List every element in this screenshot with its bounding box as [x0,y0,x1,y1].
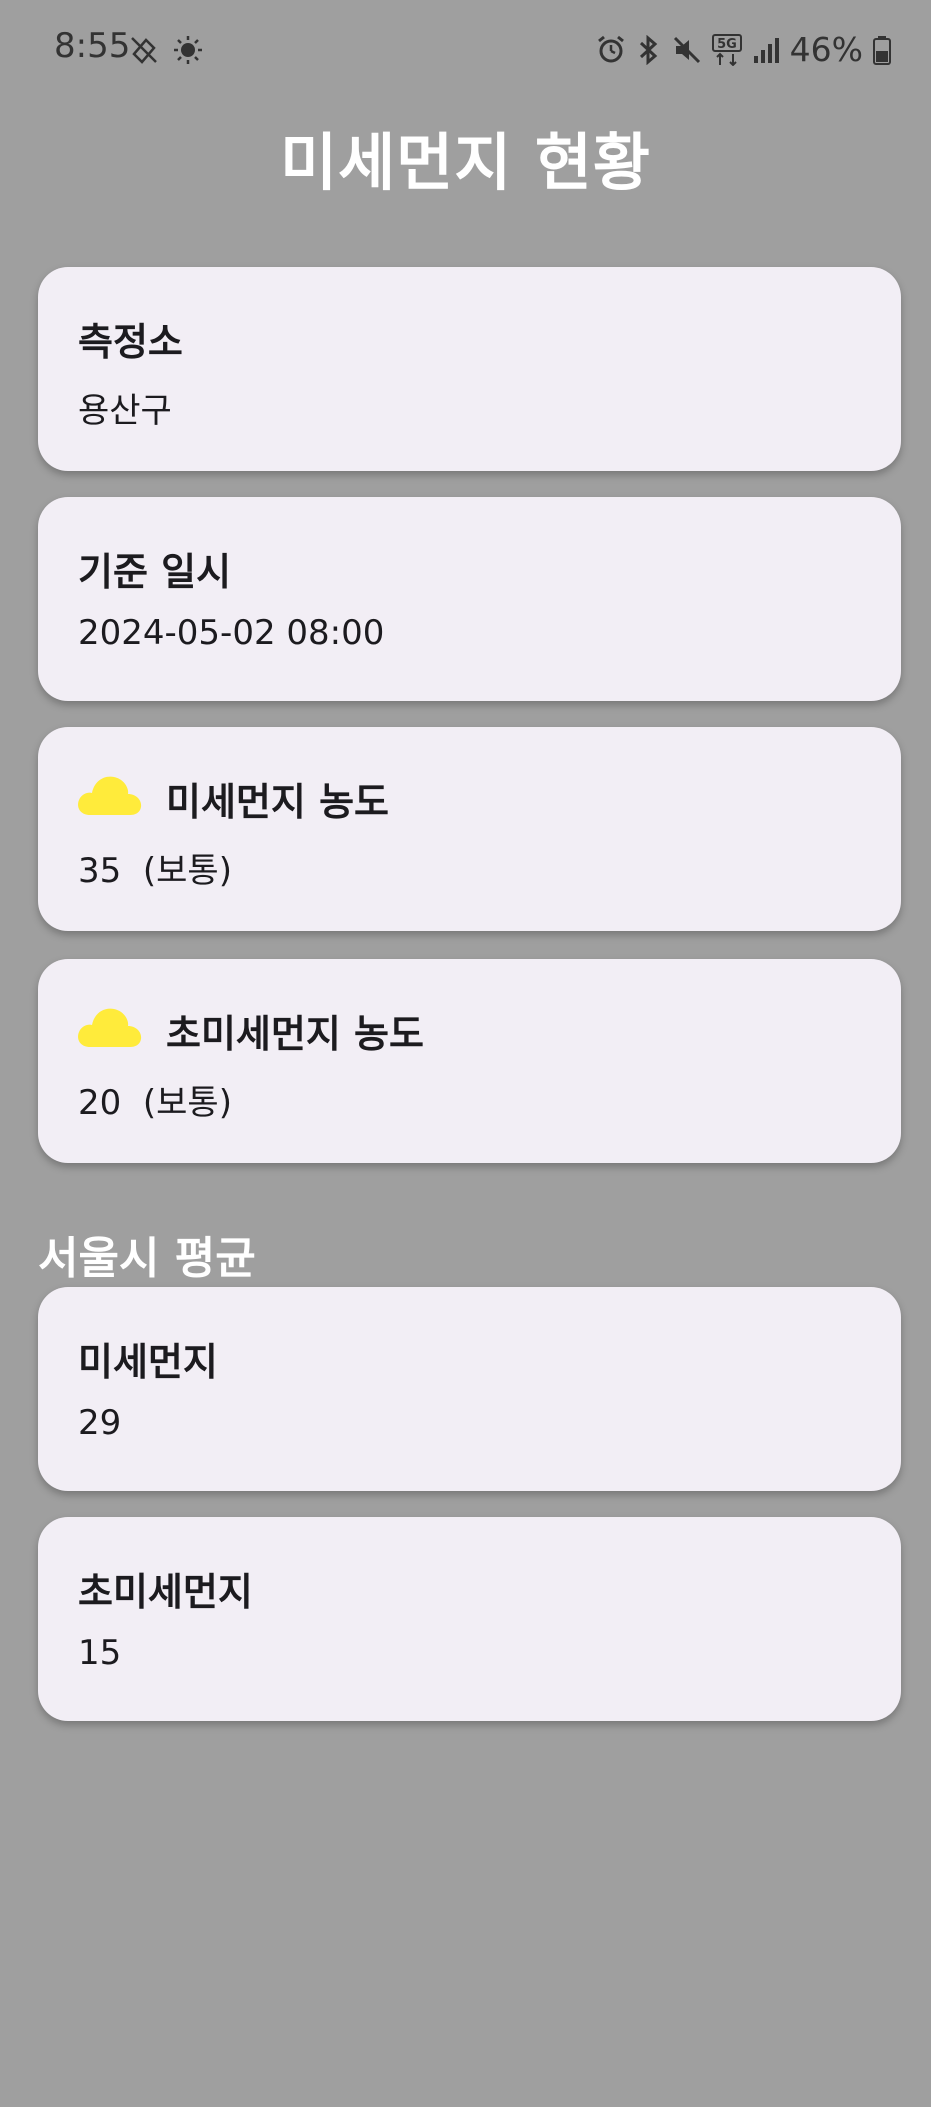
alarm-icon [596,35,626,65]
pm10-title: 미세먼지 농도 [166,780,389,824]
station-title: 측정소 [78,320,183,364]
battery-icon [873,35,891,65]
cloud-icon [76,1003,142,1053]
status-right-icons: 5G 46% [596,30,891,69]
rotate-off-icon [128,34,160,66]
signal-icon [752,36,780,64]
status-left-icons [128,34,204,66]
battery-percentage: 46% [789,30,863,69]
pm25-card: 초미세먼지 농도 20 (보통) [38,959,901,1163]
status-time: 8:55 [54,26,131,66]
pm10-value: 35 (보통) [78,851,232,891]
5g-icon: 5G [711,33,742,66]
brightness-icon [172,34,204,66]
station-card: 측정소 용산구 [38,267,901,471]
seoul-pm10-value: 29 [78,1403,122,1443]
seoul-pm25-title: 초미세먼지 [78,1570,253,1614]
cloud-icon [76,771,142,821]
page-title: 미세먼지 현황 [280,126,651,199]
pm25-title: 초미세먼지 농도 [166,1012,424,1056]
station-value: 용산구 [78,391,172,431]
mute-icon [672,35,702,65]
seoul-pm10-title: 미세먼지 [78,1340,218,1384]
status-bar: 8:55 5G 46% [0,0,931,100]
seoul-pm10-card: 미세먼지 29 [38,1287,901,1491]
pm10-card: 미세먼지 농도 35 (보통) [38,727,901,931]
bluetooth-icon [636,34,662,65]
seoul-average-heading: 서울시 평균 [38,1233,256,1284]
datetime-value: 2024-05-02 08:00 [78,613,385,653]
datetime-card: 기준 일시 2024-05-02 08:00 [38,497,901,701]
pm25-value: 20 (보통) [78,1083,232,1123]
svg-text:5G: 5G [717,37,737,52]
seoul-pm25-value: 15 [78,1633,122,1673]
datetime-title: 기준 일시 [78,550,232,594]
seoul-pm25-card: 초미세먼지 15 [38,1517,901,1721]
